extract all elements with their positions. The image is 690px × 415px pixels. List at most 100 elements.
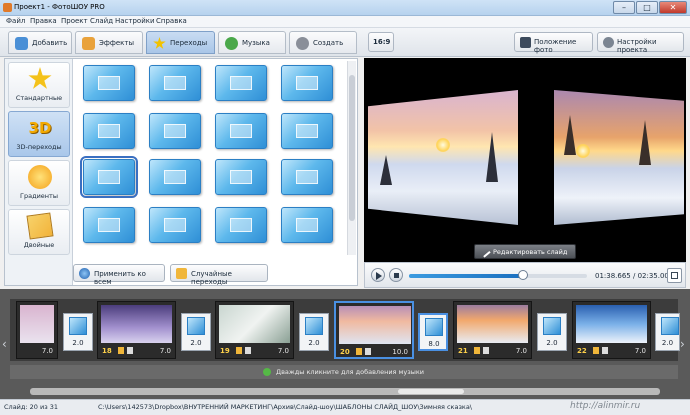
app-logo-icon <box>3 3 12 12</box>
tree-icon <box>380 155 392 185</box>
transition-icon <box>425 318 443 336</box>
edit-pencil-icon[interactable] <box>236 347 242 354</box>
transition-icon <box>661 317 679 335</box>
tab-create[interactable]: Создать <box>289 31 357 54</box>
gear-icon <box>603 37 614 48</box>
fullscreen-icon <box>671 272 678 279</box>
category-gradients[interactable]: Градиенты <box>8 160 70 206</box>
slide-preview[interactable]: Редактировать слайд <box>364 58 686 262</box>
transition-thumb[interactable] <box>149 159 201 195</box>
edit-slide-button[interactable]: Редактировать слайд <box>474 244 576 259</box>
menu-help[interactable]: Справка <box>156 17 187 25</box>
maximize-button[interactable]: □ <box>636 1 658 14</box>
timeline-slide[interactable]: 21 7.0 <box>453 301 532 359</box>
slide-thumbnail <box>20 305 54 343</box>
scroll-right-icon[interactable]: › <box>680 337 685 351</box>
menu-file[interactable]: Файл <box>6 17 25 25</box>
progress-knob[interactable] <box>517 270 528 280</box>
watermark: http://alinmir.ru <box>570 401 641 411</box>
transition-thumb[interactable] <box>83 65 135 101</box>
transition-thumb[interactable] <box>149 65 201 101</box>
timeline-slide[interactable]: 7.0 <box>16 301 58 359</box>
transition-thumb[interactable] <box>215 207 267 243</box>
timeline-slide-active[interactable]: 20 10.0 <box>334 301 414 359</box>
transition-thumb[interactable] <box>281 65 333 101</box>
timeline-transition[interactable]: 2.0 <box>537 313 567 351</box>
transition-thumb[interactable] <box>83 207 135 243</box>
random-wand-icon <box>176 268 187 279</box>
sound-icon[interactable] <box>602 347 608 354</box>
photo-position-icon <box>520 37 531 48</box>
timeline-transition[interactable]: 2.0 <box>63 313 93 351</box>
timeline-transition-active[interactable]: 8.0 <box>418 313 448 351</box>
transition-icon <box>69 317 87 335</box>
slide-thumbnail <box>101 305 172 343</box>
music-track[interactable]: Дважды кликните для добавления музыки <box>10 365 678 379</box>
category-3d[interactable]: 3D 3D-переходы <box>8 111 70 157</box>
sound-icon[interactable] <box>483 347 489 354</box>
sound-icon[interactable] <box>365 348 371 355</box>
edit-pencil-icon[interactable] <box>593 347 599 354</box>
edit-pencil-icon[interactable] <box>118 347 124 354</box>
scroll-left-icon[interactable]: ‹ <box>2 337 7 351</box>
tab-effects[interactable]: Эффекты <box>75 31 143 54</box>
timeline-scrollbar-thumb[interactable] <box>398 389 464 394</box>
minimize-button[interactable]: – <box>613 1 635 14</box>
category-list: Стандартные 3D 3D-переходы Градиенты Дво… <box>5 59 73 285</box>
transition-thumb[interactable] <box>215 65 267 101</box>
sound-icon[interactable] <box>245 347 251 354</box>
project-settings-button[interactable]: Настройки проекта <box>597 32 684 54</box>
transitions-grid <box>75 61 345 255</box>
transition-thumb-selected[interactable] <box>80 156 138 198</box>
category-double[interactable]: Двойные <box>8 209 70 255</box>
timeline-transition[interactable]: 2.0 <box>181 313 211 351</box>
scrollbar-thumb[interactable] <box>349 75 355 221</box>
stop-button[interactable] <box>389 268 403 282</box>
sound-icon[interactable] <box>127 347 133 354</box>
timeline-slide[interactable]: 18 7.0 <box>97 301 176 359</box>
transition-icon <box>187 317 205 335</box>
preview-photo-left <box>368 90 518 225</box>
aspect-ratio-button[interactable]: 16:9 <box>368 32 394 52</box>
menu-project[interactable]: Проект <box>61 17 88 25</box>
menu-bar: Файл Правка Проект Слайд Настройки Справ… <box>0 16 690 28</box>
timeline-slide[interactable]: 22 7.0 <box>572 301 651 359</box>
close-button[interactable]: ✕ <box>659 1 687 14</box>
effects-icon <box>82 37 95 50</box>
timeline-transition[interactable]: 2.0 <box>299 313 329 351</box>
title-bar: Проект1 - ФотоШОУ PRO – □ ✕ <box>0 0 690 16</box>
transition-thumb[interactable] <box>281 159 333 195</box>
timeline-transition[interactable]: 2.0 <box>655 313 680 351</box>
create-disc-icon <box>296 37 309 50</box>
menu-settings[interactable]: Настройки <box>115 17 155 25</box>
edit-pencil-icon[interactable] <box>356 348 362 355</box>
playback-progress[interactable] <box>409 270 587 280</box>
play-button[interactable] <box>371 268 385 282</box>
transition-thumb[interactable] <box>215 113 267 149</box>
apply-globe-icon <box>79 268 90 279</box>
tab-transitions[interactable]: Переходы <box>146 31 215 54</box>
menu-edit[interactable]: Правка <box>30 17 57 25</box>
transition-thumb[interactable] <box>281 113 333 149</box>
transition-icon <box>305 317 323 335</box>
timeline-slide[interactable]: 19 7.0 <box>215 301 294 359</box>
menu-slide[interactable]: Слайд <box>90 17 113 25</box>
transition-thumb[interactable] <box>215 159 267 195</box>
transition-thumb[interactable] <box>83 113 135 149</box>
tab-add[interactable]: Добавить <box>8 31 72 54</box>
preview-photo-right <box>554 90 684 225</box>
transition-thumb[interactable] <box>281 207 333 243</box>
random-transitions-button[interactable]: Случайные переходы <box>170 264 268 286</box>
slide-thumbnail <box>457 305 528 343</box>
3d-icon: 3D <box>28 119 52 137</box>
transition-thumb[interactable] <box>149 207 201 243</box>
category-standard[interactable]: Стандартные <box>8 62 70 108</box>
photo-position-button[interactable]: Положение фото <box>514 32 593 54</box>
edit-pencil-icon[interactable] <box>474 347 480 354</box>
fullscreen-button[interactable] <box>667 268 682 283</box>
tab-music[interactable]: Музыка <box>218 31 286 54</box>
apply-to-all-button[interactable]: Применить ко всем <box>73 264 165 286</box>
timeline-scrollbar[interactable] <box>30 388 660 395</box>
transition-thumb[interactable] <box>149 113 201 149</box>
transitions-scrollbar[interactable] <box>347 61 356 255</box>
